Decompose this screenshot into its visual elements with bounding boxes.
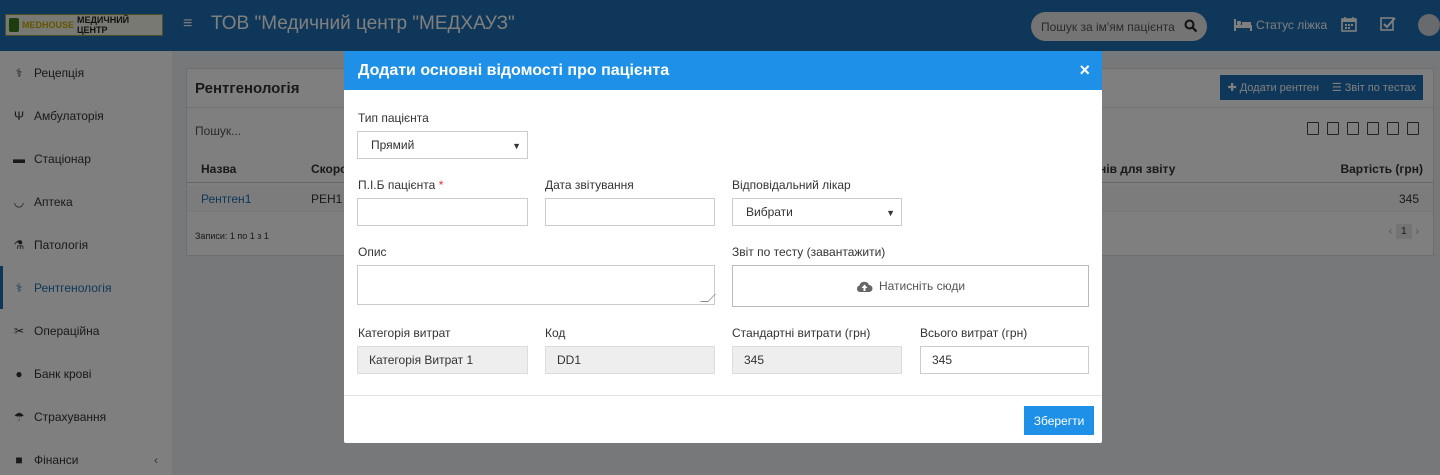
test-report-label: Звіт по тесту (завантажити)	[732, 245, 886, 259]
patient-name-label: П.І.Б пацієнта *	[358, 178, 443, 192]
modal-title: Додати основні відомості про пацієнта	[358, 62, 670, 79]
report-date-input[interactable]	[545, 198, 715, 226]
modal-header: Додати основні відомості про пацієнта ×	[344, 51, 1102, 90]
code-field	[545, 346, 715, 374]
doctor-value: Вибрати	[746, 205, 793, 219]
description-label: Опис	[358, 245, 387, 259]
caret-down-icon: ▼	[886, 208, 895, 218]
cloud-upload-icon	[856, 281, 873, 292]
total-cost-label: Всього витрат (грн)	[920, 326, 1028, 340]
patient-name-label-text: П.І.Б пацієнта	[358, 178, 436, 192]
patient-type-value: Прямий	[371, 138, 415, 152]
standard-cost-field	[732, 346, 902, 374]
cost-category-label: Категорія витрат	[358, 326, 451, 340]
doctor-label: Відповідальний лікар	[732, 178, 851, 192]
report-date-label: Дата звітування	[545, 178, 634, 192]
patient-info-modal: Додати основні відомості про пацієнта × …	[344, 51, 1102, 443]
save-button[interactable]: Зберегти	[1024, 406, 1094, 435]
patient-type-label: Тип пацієнта	[358, 111, 429, 125]
close-icon[interactable]: ×	[1079, 60, 1090, 81]
upload-text: Натисніть сюди	[878, 279, 966, 293]
upload-dropzone[interactable]: Натисніть сюди	[732, 265, 1089, 307]
description-textarea[interactable]	[357, 265, 715, 305]
total-cost-input[interactable]	[920, 346, 1089, 374]
required-mark: *	[438, 178, 444, 192]
patient-type-select[interactable]: Прямий ▼	[357, 131, 528, 159]
caret-down-icon: ▼	[512, 141, 521, 151]
doctor-select[interactable]: Вибрати ▼	[732, 198, 902, 226]
patient-name-input[interactable]	[357, 198, 528, 226]
cost-category-field	[357, 346, 528, 374]
modal-footer: Зберегти	[344, 395, 1102, 443]
code-label: Код	[545, 326, 566, 340]
standard-cost-label: Стандартні витрати (грн)	[732, 326, 871, 340]
